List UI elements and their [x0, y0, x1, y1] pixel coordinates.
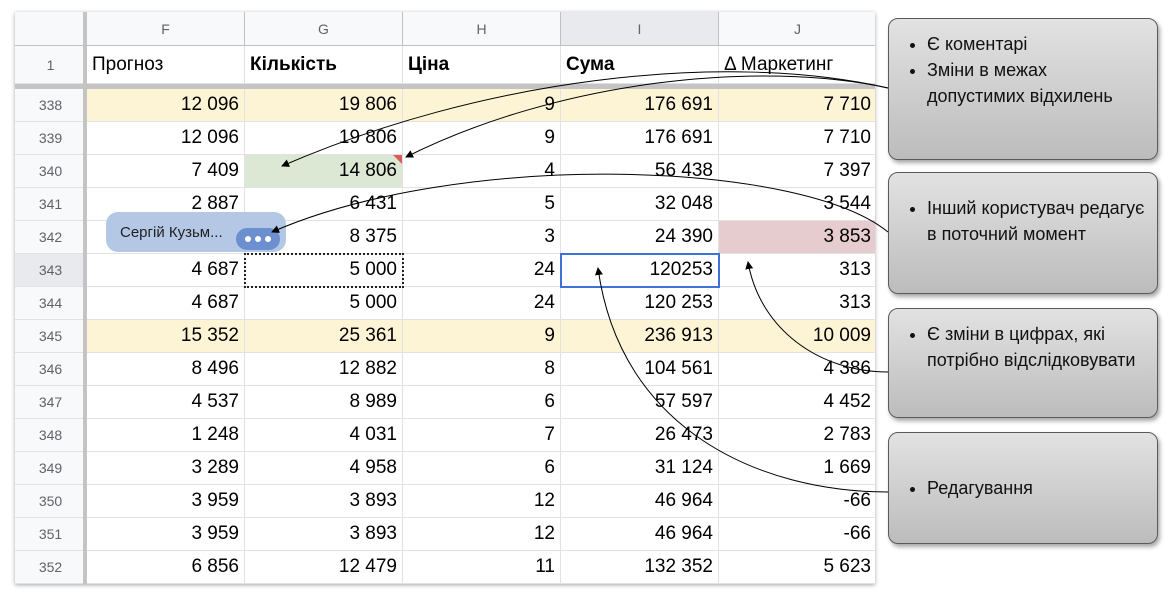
arrow-to-collaborator [271, 173, 889, 233]
arrow-to-editing-cell [594, 267, 889, 493]
arrow-to-green-cell [281, 71, 889, 167]
arrow-to-changed-cell [745, 261, 889, 373]
annotation-arrows [271, 71, 889, 493]
arrow-to-comment-cell [405, 75, 889, 158]
